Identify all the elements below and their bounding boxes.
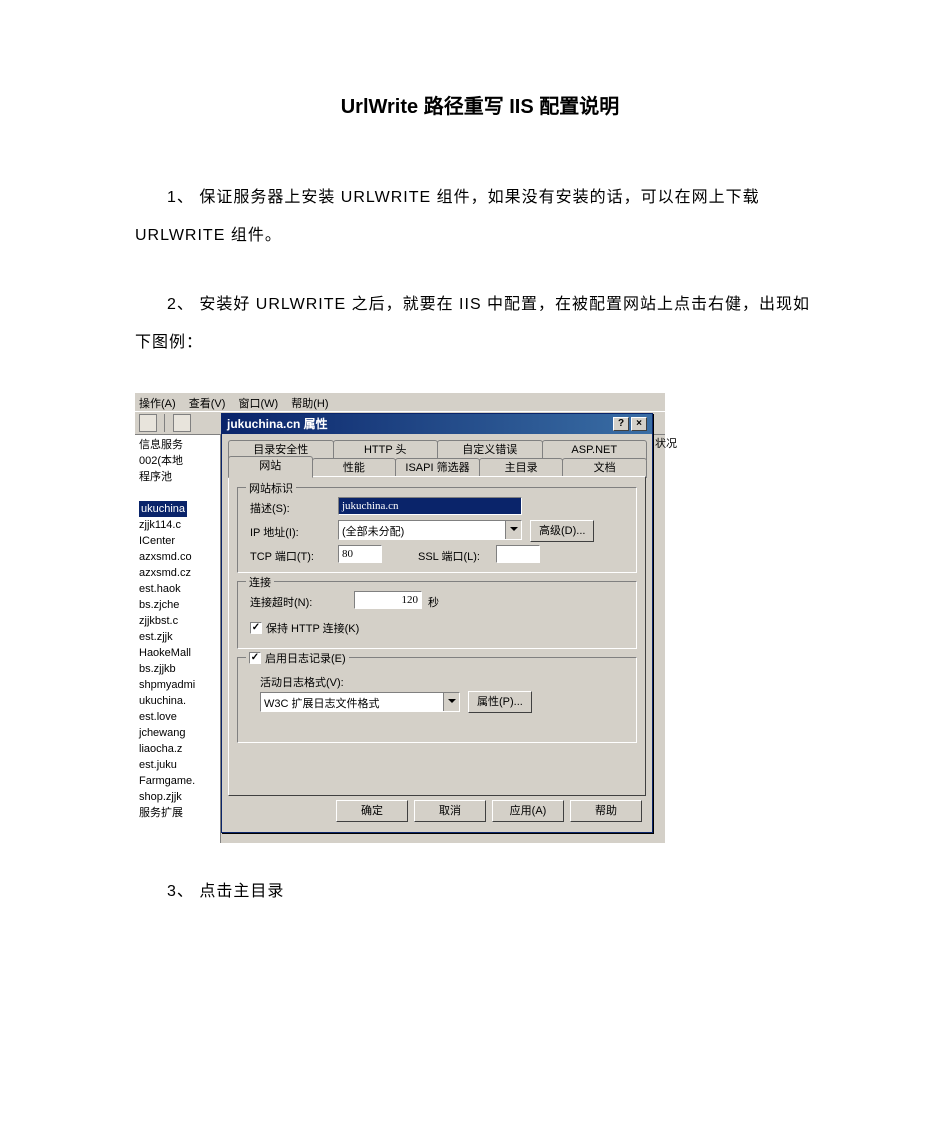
tree-item[interactable]: zjjkbst.c	[139, 613, 216, 629]
tree-item[interactable]: 程序池	[139, 469, 216, 485]
tree-item[interactable]: est.haok	[139, 581, 216, 597]
help-button[interactable]: 帮助	[570, 800, 642, 822]
tree-item[interactable]: bs.zjjkb	[139, 661, 216, 677]
tree-item[interactable]: ICenter	[139, 533, 216, 549]
ip-value: (全部未分配)	[339, 521, 505, 539]
log-format-combo[interactable]: W3C 扩展日志文件格式	[260, 692, 460, 712]
tree-item-selected[interactable]: ukuchina	[139, 501, 187, 517]
group-site-id: 描述(S): jukuchina.cn IP 地址(I): (全部未分配) 高级…	[237, 487, 637, 573]
menu-action[interactable]: 操作(A)	[139, 398, 176, 410]
tree-pane: 信息服务 002(本地 程序池 ukuchina zjjk114.c ICent…	[135, 435, 221, 843]
tcp-port-input[interactable]: 80	[338, 545, 382, 563]
tree-item[interactable]: azxsmd.co	[139, 549, 216, 565]
tab-panel-website: 描述(S): jukuchina.cn IP 地址(I): (全部未分配) 高级…	[228, 476, 646, 796]
help-icon[interactable]: ?	[613, 417, 629, 431]
tree-item[interactable]: bs.zjche	[139, 597, 216, 613]
menubar: 操作(A) 查看(V) 窗口(W) 帮助(H)	[135, 393, 665, 411]
close-icon[interactable]: ×	[631, 417, 647, 431]
apply-button[interactable]: 应用(A)	[492, 800, 564, 822]
tree-item[interactable]: 信息服务	[139, 437, 216, 453]
tab-performance[interactable]: 性能	[312, 458, 397, 478]
tab-http-headers[interactable]: HTTP 头	[333, 440, 439, 460]
tree-item[interactable]: est.love	[139, 709, 216, 725]
tab-website[interactable]: 网站	[228, 456, 313, 478]
doc-title: UrlWrite 路径重写 IIS 配置说明	[135, 90, 825, 119]
tree-item[interactable]: shpmyadmi	[139, 677, 216, 693]
ssl-port-input[interactable]	[496, 545, 540, 563]
dialog-titlebar[interactable]: jukuchina.cn 属性 ? ×	[222, 414, 652, 434]
tree-item[interactable]: est.zjjk	[139, 629, 216, 645]
toolbar-icon[interactable]	[139, 414, 157, 432]
tab-home-directory[interactable]: 主目录	[479, 458, 564, 478]
paragraph-1: 1、 保证服务器上安装 URLWRITE 组件，如果没有安装的话，可以在网上下载…	[135, 179, 825, 256]
checkbox-enable-logging-label: 启用日志记录(E)	[265, 650, 346, 666]
dialog-title: jukuchina.cn 属性	[227, 415, 328, 432]
paragraph-3: 3、 点击主目录	[135, 873, 825, 911]
tree-item[interactable]: liaocha.z	[139, 741, 216, 757]
timeout-input[interactable]: 120	[354, 591, 422, 609]
advanced-button[interactable]: 高级(D)...	[530, 520, 594, 542]
checkbox-enable-logging[interactable]: ✓ 启用日志记录(E)	[246, 650, 349, 666]
ok-button[interactable]: 确定	[336, 800, 408, 822]
toolbar-icon[interactable]	[173, 414, 191, 432]
description-input[interactable]: jukuchina.cn	[338, 497, 522, 515]
tree-item[interactable]: est.juku	[139, 757, 216, 773]
cancel-button[interactable]: 取消	[414, 800, 486, 822]
chevron-down-icon[interactable]	[505, 521, 521, 539]
properties-dialog: jukuchina.cn 属性 ? × 目录安全性 HTTP 头 自定义错误 A…	[221, 413, 653, 833]
tab-isapi-filters[interactable]: ISAPI 筛选器	[395, 458, 480, 478]
tree-item[interactable]: shop.zjjk	[139, 789, 216, 805]
tree-item[interactable]: zjjk114.c	[139, 517, 216, 533]
tree-item[interactable]: azxsmd.cz	[139, 565, 216, 581]
label-timeout: 连接超时(N):	[250, 594, 312, 610]
iis-window: 操作(A) 查看(V) 窗口(W) 帮助(H) 信息服务 002(本地 程序池 …	[135, 393, 665, 843]
tab-aspnet[interactable]: ASP.NET	[542, 440, 648, 460]
label-log-format: 活动日志格式(V):	[260, 674, 344, 690]
tree-item[interactable]: jchewang	[139, 725, 216, 741]
label-seconds: 秒	[428, 594, 439, 610]
tree-item[interactable]: Farmgame.	[139, 773, 216, 789]
log-format-value: W3C 扩展日志文件格式	[261, 693, 443, 711]
label-ip: IP 地址(I):	[250, 524, 299, 540]
paragraph-2: 2、 安装好 URLWRITE 之后，就要在 IIS 中配置，在被配置网站上点击…	[135, 286, 825, 363]
tab-documents[interactable]: 文档	[562, 458, 647, 478]
label-ssl-port: SSL 端口(L):	[418, 548, 480, 564]
label-description: 描述(S):	[250, 500, 290, 516]
column-header-status: 状况	[655, 435, 689, 449]
checkbox-keepalive-label: 保持 HTTP 连接(K)	[266, 620, 359, 636]
label-tcp-port: TCP 端口(T):	[250, 548, 314, 564]
menu-help[interactable]: 帮助(H)	[291, 398, 328, 410]
log-properties-button[interactable]: 属性(P)...	[468, 691, 532, 713]
group-logging: ✓ 启用日志记录(E) 活动日志格式(V): W3C 扩展日志文件格式 属性(P…	[237, 657, 637, 743]
ip-combo[interactable]: (全部未分配)	[338, 520, 522, 540]
checkbox-keepalive[interactable]: ✓ 保持 HTTP 连接(K)	[250, 620, 359, 636]
group-connection: 连接超时(N): 120 秒 ✓ 保持 HTTP 连接(K)	[237, 581, 637, 649]
tree-item[interactable]: HaokeMall	[139, 645, 216, 661]
chevron-down-icon[interactable]	[443, 693, 459, 711]
menu-window[interactable]: 窗口(W)	[238, 398, 278, 410]
menu-view[interactable]: 查看(V)	[189, 398, 226, 410]
checkbox-icon: ✓	[249, 652, 261, 664]
tree-item[interactable]: 服务扩展	[139, 805, 216, 821]
tree-item[interactable]: 002(本地	[139, 453, 216, 469]
tree-item[interactable]: ukuchina.	[139, 693, 216, 709]
tab-custom-errors[interactable]: 自定义错误	[437, 440, 543, 460]
checkbox-icon: ✓	[250, 622, 262, 634]
